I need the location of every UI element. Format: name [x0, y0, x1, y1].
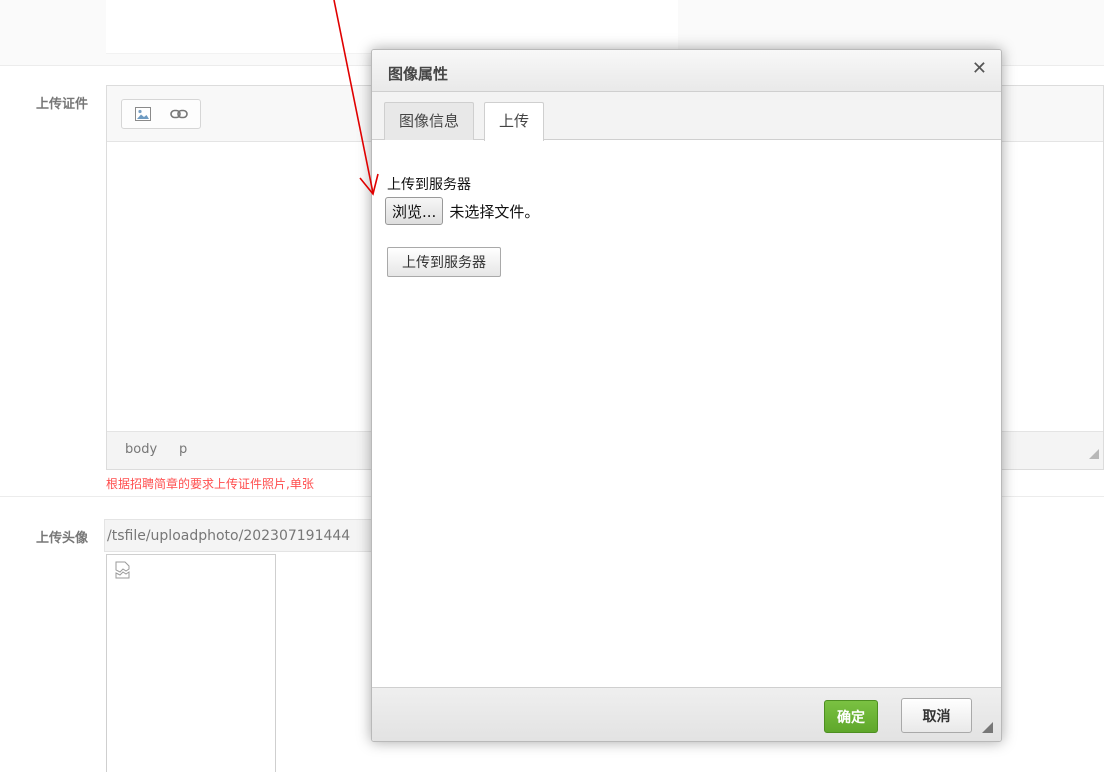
image-icon[interactable]	[134, 106, 152, 122]
ok-button[interactable]: 确定	[824, 700, 878, 733]
close-icon[interactable]: ✕	[972, 58, 987, 79]
file-input: 浏览... 未选择文件。	[385, 197, 539, 225]
path-item-body[interactable]: body	[125, 442, 157, 457]
upload-avatar-label: 上传头像	[36, 531, 89, 546]
tab-image-info[interactable]: 图像信息	[384, 102, 475, 141]
tab-upload[interactable]: 上传	[484, 102, 545, 141]
upload-hint-text: 根据招聘简章的要求上传证件照片,单张	[106, 477, 314, 491]
upload-panel: 上传到服务器 浏览... 未选择文件。 上传到服务器	[372, 140, 1001, 687]
dialog-footer: 确定 取消	[372, 687, 1001, 741]
broken-image-icon	[115, 561, 131, 583]
cancel-button[interactable]: 取消	[901, 698, 972, 733]
image-properties-dialog: 图像属性 ✕ 图像信息 上传 上传到服务器 浏览... 未选择文件。 上传到服务…	[371, 49, 1002, 742]
dialog-titlebar[interactable]: 图像属性 ✕	[372, 50, 1001, 92]
editor-resize-handle[interactable]	[1089, 449, 1099, 459]
browse-button[interactable]: 浏览...	[385, 197, 444, 225]
avatar-preview	[106, 554, 276, 772]
page: 上传证件 body p 根据招聘简章的要求上传证件照片,单张 上传头像 /tsf…	[0, 0, 1104, 772]
link-icon[interactable]	[170, 106, 188, 122]
avatar-path-field[interactable]: /tsfile/uploadphoto/202307191444	[104, 519, 404, 552]
upload-cert-label: 上传证件	[36, 97, 89, 112]
file-status-text: 未选择文件。	[449, 202, 540, 221]
dialog-resize-handle[interactable]	[982, 722, 993, 733]
top-input-field[interactable]	[106, 0, 678, 54]
toolbar-button-group	[121, 99, 201, 129]
upload-to-server-button[interactable]: 上传到服务器	[387, 247, 501, 277]
upload-to-server-label: 上传到服务器	[387, 177, 471, 193]
path-item-p[interactable]: p	[179, 442, 187, 457]
dialog-tabbar: 图像信息 上传	[372, 92, 1001, 141]
dialog-title: 图像属性	[388, 65, 449, 83]
